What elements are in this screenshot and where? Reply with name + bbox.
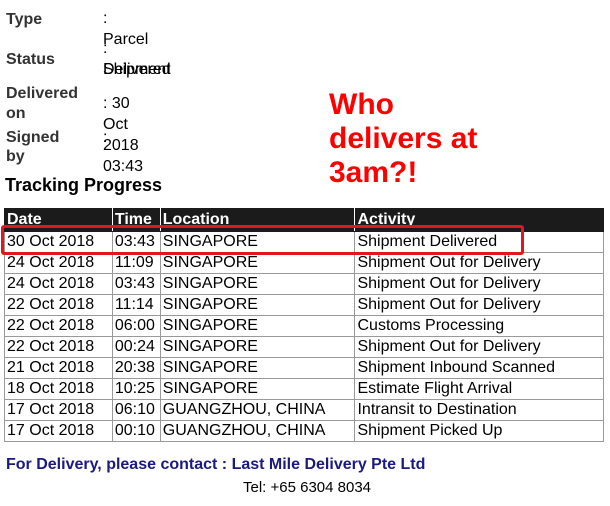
delivered-label-line2: on <box>6 105 26 122</box>
cell-time: 20:38 <box>111 357 161 379</box>
cell-date: 22 Oct 2018 <box>4 315 113 337</box>
table-row: 24 Oct 2018 11:09 SINGAPORE Shipment Out… <box>4 252 604 274</box>
cell-location: SINGAPORE <box>159 336 356 358</box>
cell-activity: Shipment Out for Delivery <box>354 294 604 316</box>
cell-activity: Shipment Out for Delivery <box>354 273 604 295</box>
cell-activity: Shipment Out for Delivery <box>354 336 604 358</box>
cell-time: 00:10 <box>111 420 161 442</box>
cell-activity: Shipment Out for Delivery <box>354 252 604 274</box>
table-row: 21 Oct 2018 20:38 SINGAPORE Shipment Inb… <box>4 357 604 379</box>
table-row: 22 Oct 2018 06:00 SINGAPORE Customs Proc… <box>4 315 604 337</box>
cell-date: 24 Oct 2018 <box>4 273 113 295</box>
cell-location: SINGAPORE <box>159 378 356 400</box>
cell-activity: Shipment Inbound Scanned <box>354 357 604 379</box>
cell-location: GUANGZHOU, CHINA <box>159 420 356 442</box>
delivered-label-line1: Delivered <box>6 85 79 102</box>
highlight-box <box>1 225 524 255</box>
cell-time: 10:25 <box>111 378 161 400</box>
delivered-value: : 30 Oct 2018 03:43 <box>103 95 144 175</box>
cell-date: 21 Oct 2018 <box>4 357 113 379</box>
cell-location: SINGAPORE <box>159 315 356 337</box>
status-value-line2: Delivered <box>103 61 171 78</box>
cell-activity: Estimate Flight Arrival <box>354 378 604 400</box>
table-row: 24 Oct 2018 03:43 SINGAPORE Shipment Out… <box>4 273 604 295</box>
delivery-contact: For Delivery, please contact : Last Mile… <box>6 456 426 473</box>
cell-location: SINGAPORE <box>159 273 356 295</box>
status-label: Status <box>6 51 55 68</box>
annotation-text: Who delivers at 3am?! <box>329 88 478 189</box>
cell-date: 24 Oct 2018 <box>4 252 113 274</box>
cell-date: 17 Oct 2018 <box>4 399 113 421</box>
cell-date: 17 Oct 2018 <box>4 420 113 442</box>
table-row: 22 Oct 2018 00:24 SINGAPORE Shipment Out… <box>4 336 604 358</box>
cell-location: GUANGZHOU, CHINA <box>159 399 356 421</box>
contact-phone: Tel: +65 6304 8034 <box>243 479 372 496</box>
cell-activity: Customs Processing <box>354 315 604 337</box>
cell-date: 22 Oct 2018 <box>4 294 113 316</box>
cell-date: 22 Oct 2018 <box>4 336 113 358</box>
cell-time: 06:00 <box>111 315 161 337</box>
table-row: 17 Oct 2018 06:10 GUANGZHOU, CHINA Intra… <box>4 399 604 421</box>
cell-date: 18 Oct 2018 <box>4 378 113 400</box>
tracking-progress-title: Tracking Progress <box>5 175 163 195</box>
cell-location: SINGAPORE <box>159 294 356 316</box>
signed-by-label: Signed by <box>6 129 60 165</box>
table-row: 22 Oct 2018 11:14 SINGAPORE Shipment Out… <box>4 294 604 316</box>
cell-time: 06:10 <box>111 399 161 421</box>
cell-activity: Intransit to Destination <box>354 399 604 421</box>
table-row: 18 Oct 2018 10:25 SINGAPORE Estimate Fli… <box>4 378 604 400</box>
cell-time: 11:14 <box>111 294 161 316</box>
signed-by-value: : <box>103 129 108 146</box>
cell-activity: Shipment Picked Up <box>354 420 604 442</box>
type-label: Type <box>6 11 43 28</box>
cell-time: 03:43 <box>111 273 161 295</box>
cell-location: SINGAPORE <box>159 252 356 274</box>
cell-time: 11:09 <box>111 252 161 274</box>
cell-time: 00:24 <box>111 336 161 358</box>
cell-location: SINGAPORE <box>159 357 356 379</box>
table-row: 17 Oct 2018 00:10 GUANGZHOU, CHINA Shipm… <box>4 420 604 442</box>
